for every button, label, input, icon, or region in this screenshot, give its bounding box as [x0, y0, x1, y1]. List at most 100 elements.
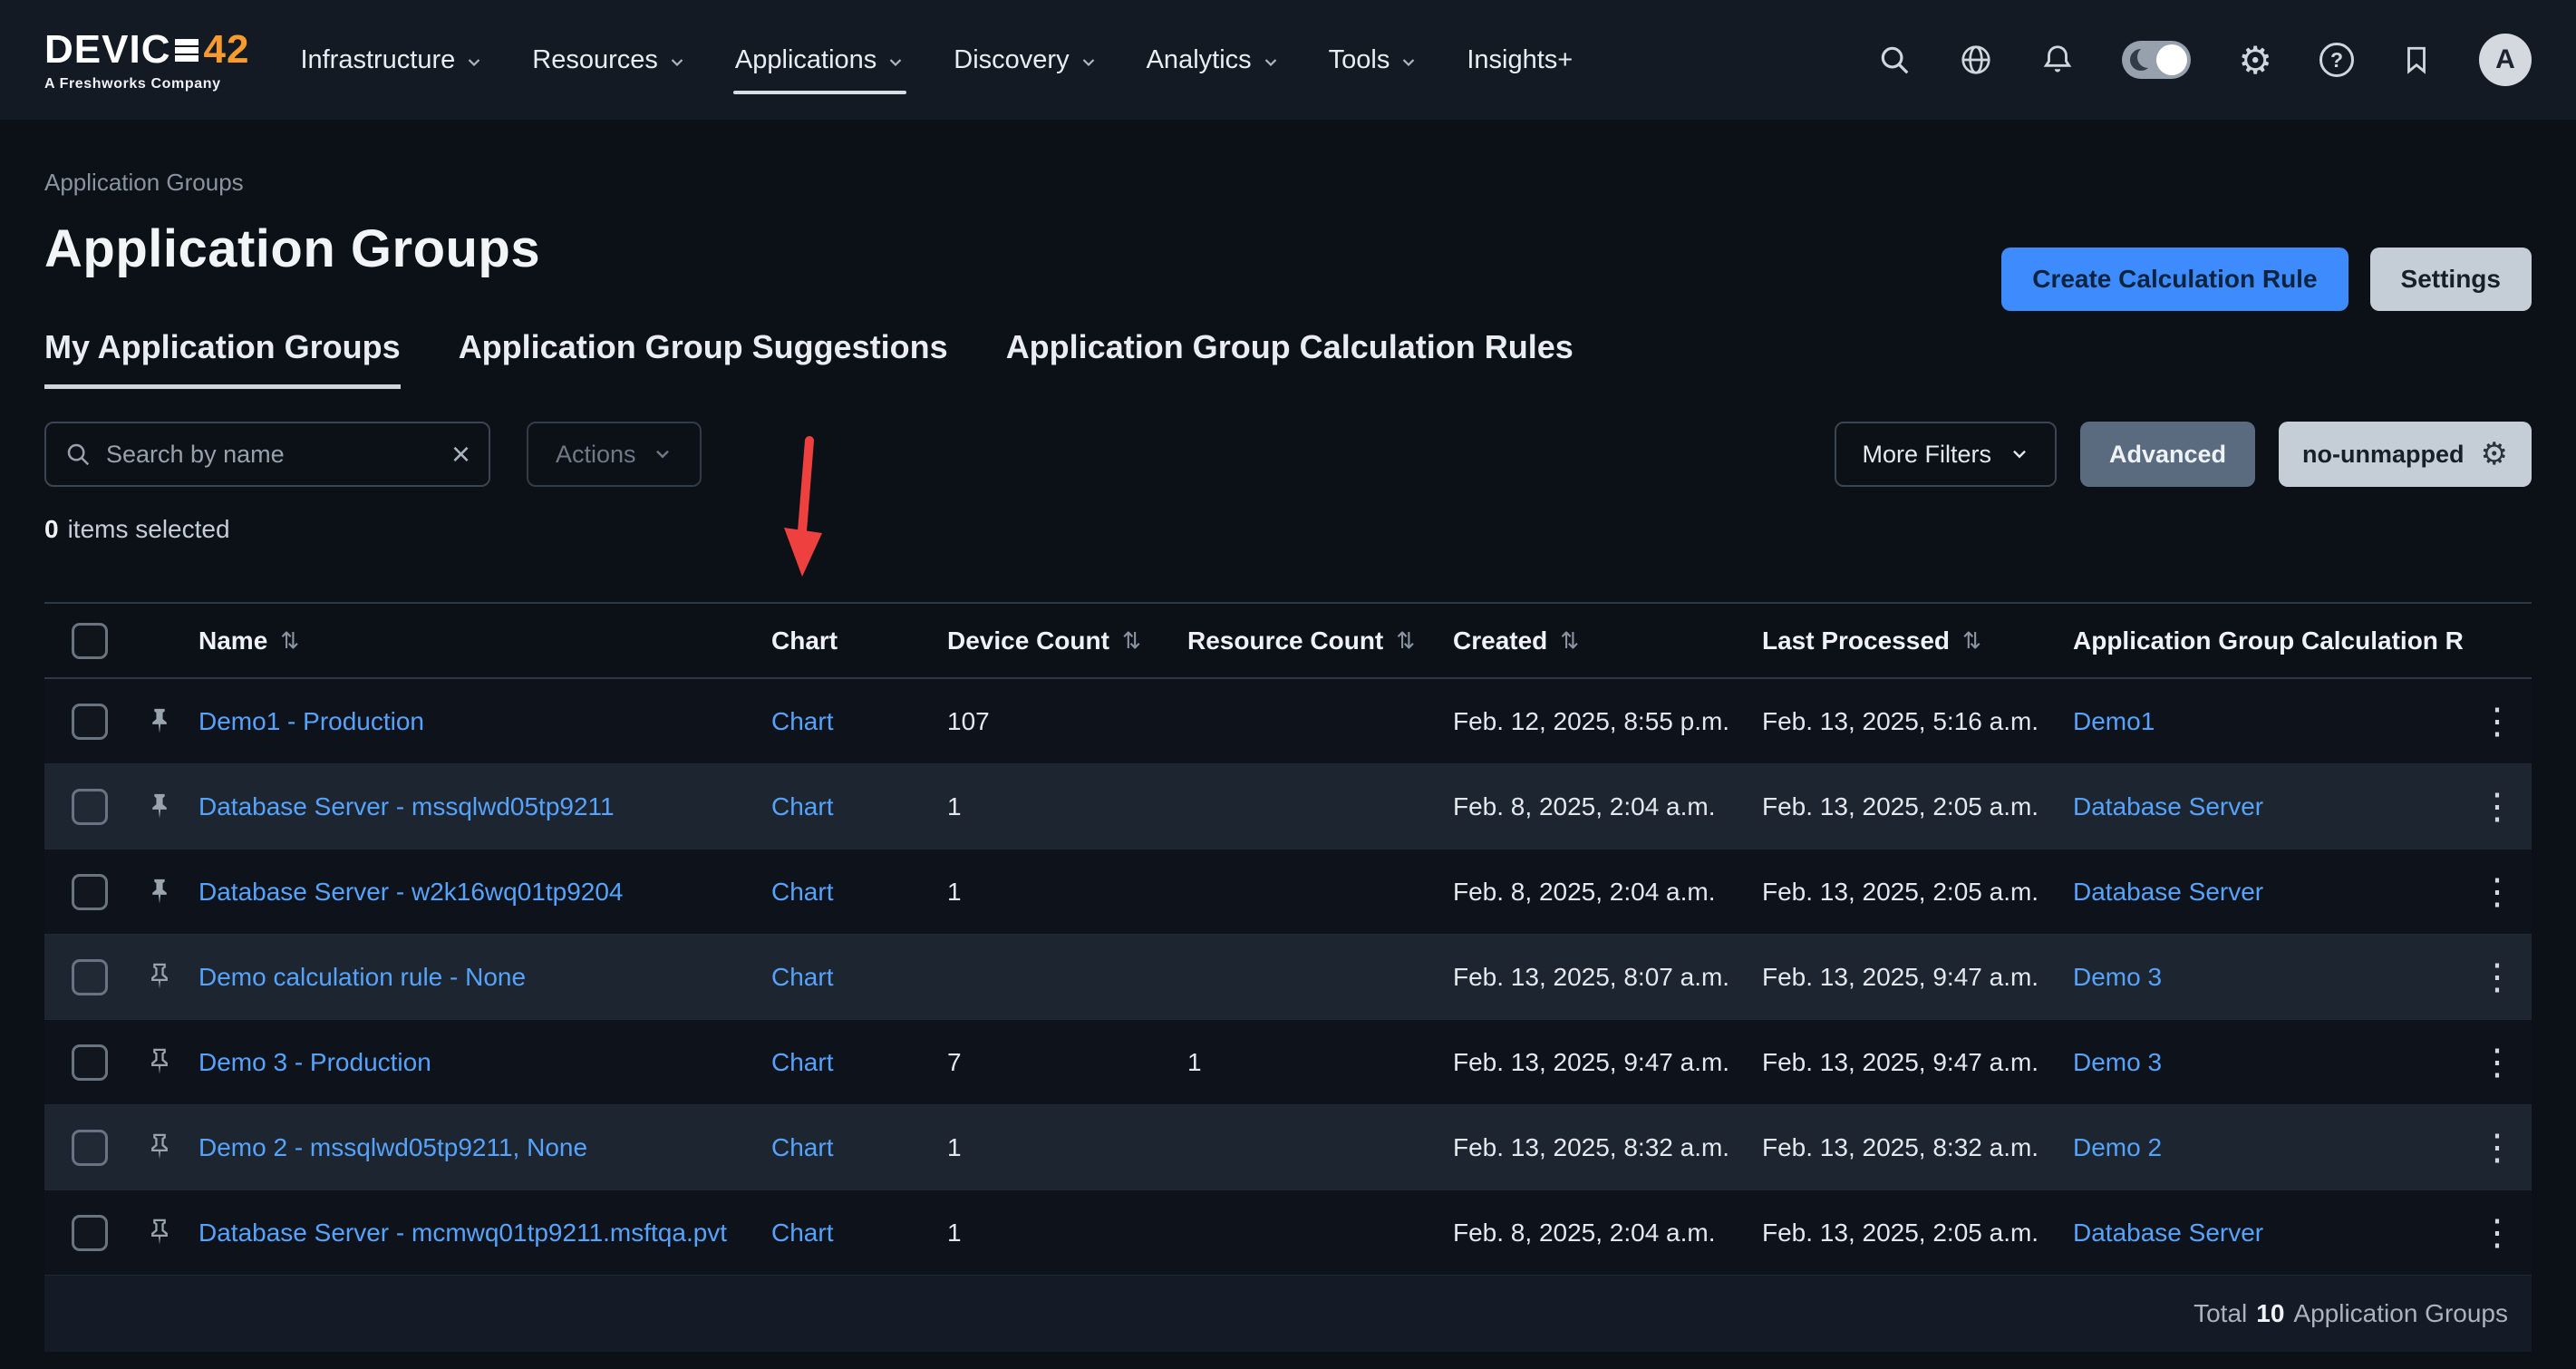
chart-link[interactable]: Chart	[771, 1048, 833, 1076]
group-name-link[interactable]: Demo 3 - Production	[199, 1048, 431, 1076]
column-header-created[interactable]: Created ⇅	[1453, 626, 1762, 655]
tab-application-group-suggestions[interactable]: Application Group Suggestions	[459, 328, 948, 389]
pin-icon[interactable]	[144, 706, 175, 737]
row-checkbox[interactable]	[72, 1130, 108, 1166]
last-processed-value: Feb. 13, 2025, 8:32 a.m.	[1762, 1133, 2073, 1162]
row-checkbox[interactable]	[72, 704, 108, 740]
kebab-menu-icon[interactable]: ⋮	[2479, 874, 2515, 910]
column-label: Last Processed	[1762, 626, 1950, 655]
kebab-menu-icon[interactable]: ⋮	[2479, 1044, 2515, 1081]
globe-icon[interactable]	[1959, 43, 1993, 77]
actions-dropdown[interactable]: Actions	[527, 422, 702, 487]
last-processed-value: Feb. 13, 2025, 5:16 a.m.	[1762, 707, 2073, 736]
column-header-name[interactable]: Name ⇅	[191, 626, 771, 655]
chart-link[interactable]: Chart	[771, 878, 833, 906]
search-box[interactable]: ×	[44, 422, 490, 487]
theme-toggle[interactable]	[2122, 41, 2191, 79]
kebab-menu-icon[interactable]: ⋮	[2479, 704, 2515, 740]
nav-item-discovery[interactable]: Discovery	[954, 0, 1097, 120]
sort-icon[interactable]: ⇅	[1396, 627, 1415, 655]
clear-search-icon[interactable]: ×	[451, 438, 470, 471]
nav-item-tools[interactable]: Tools	[1329, 0, 1419, 120]
unpin-icon[interactable]	[144, 1218, 175, 1248]
table-footer: Total 10 Application Groups	[44, 1276, 2532, 1352]
unpin-icon[interactable]	[144, 1132, 175, 1163]
search-input[interactable]	[106, 441, 437, 469]
kebab-menu-icon[interactable]: ⋮	[2479, 959, 2515, 995]
sort-icon[interactable]: ⇅	[280, 627, 299, 655]
group-name-link[interactable]: Database Server - w2k16wq01tp9204	[199, 878, 624, 906]
unpin-icon[interactable]	[144, 1047, 175, 1078]
tab-application-group-calculation-rules[interactable]: Application Group Calculation Rules	[1006, 328, 1574, 389]
group-name-link[interactable]: Database Server - mcmwq01tp9211.msftqa.p…	[199, 1219, 727, 1247]
user-avatar[interactable]: A	[2479, 34, 2532, 86]
calculation-rule-link[interactable]: Database Server	[2073, 792, 2263, 820]
calculation-rule-link[interactable]: Demo 2	[2073, 1133, 2162, 1161]
nav-item-infrastructure[interactable]: Infrastructure	[300, 0, 483, 120]
navbar-icons: ⚙ ? A	[1877, 34, 2532, 86]
toggle-knob	[2156, 44, 2187, 75]
nav-item-analytics[interactable]: Analytics	[1147, 0, 1280, 120]
search-icon[interactable]	[1877, 43, 1912, 77]
column-label: Resource Count	[1187, 626, 1383, 655]
calculation-rule-link[interactable]: Database Server	[2073, 878, 2263, 906]
more-filters-dropdown[interactable]: More Filters	[1835, 422, 2057, 487]
unpin-icon[interactable]	[144, 962, 175, 993]
settings-button[interactable]: Settings	[2370, 248, 2532, 311]
group-name-link[interactable]: Database Server - mssqlwd05tp9211	[199, 792, 615, 820]
chart-link[interactable]: Chart	[771, 707, 833, 735]
last-processed-value: Feb. 13, 2025, 9:47 a.m.	[1762, 963, 2073, 992]
device-count-value: 7	[947, 1048, 1187, 1077]
kebab-menu-icon[interactable]: ⋮	[2479, 1130, 2515, 1166]
group-name-link[interactable]: Demo1 - Production	[199, 707, 424, 735]
table-row: Demo 3 - Production Chart 7 1 Feb. 13, 2…	[44, 1020, 2532, 1105]
column-header-resource-count[interactable]: Resource Count ⇅	[1187, 626, 1453, 655]
actions-label: Actions	[556, 441, 636, 469]
chevron-down-icon	[1080, 53, 1098, 72]
row-checkbox[interactable]	[72, 1044, 108, 1081]
nav-item-resources[interactable]: Resources	[532, 0, 686, 120]
chart-link[interactable]: Chart	[771, 1133, 833, 1161]
gear-icon[interactable]: ⚙	[2238, 38, 2272, 83]
chevron-down-icon	[668, 53, 686, 72]
select-all-checkbox[interactable]	[72, 623, 108, 659]
calculation-rule-link[interactable]: Demo 3	[2073, 1048, 2162, 1076]
chart-link[interactable]: Chart	[771, 792, 833, 820]
last-processed-value: Feb. 13, 2025, 2:05 a.m.	[1762, 792, 2073, 821]
sort-icon[interactable]: ⇅	[1122, 627, 1141, 655]
row-checkbox[interactable]	[72, 1215, 108, 1251]
group-name-link[interactable]: Demo 2 - mssqlwd05tp9211, None	[199, 1133, 587, 1161]
pin-icon[interactable]	[144, 791, 175, 822]
bell-icon[interactable]	[2040, 43, 2075, 77]
chevron-down-icon	[1262, 53, 1280, 72]
chart-link[interactable]: Chart	[771, 963, 833, 991]
column-header-device-count[interactable]: Device Count ⇅	[947, 626, 1187, 655]
column-header-last-processed[interactable]: Last Processed ⇅	[1762, 626, 2073, 655]
kebab-menu-icon[interactable]: ⋮	[2479, 789, 2515, 825]
calculation-rule-link[interactable]: Demo 3	[2073, 963, 2162, 991]
sort-icon[interactable]: ⇅	[1962, 627, 1981, 655]
calculation-rule-link[interactable]: Database Server	[2073, 1219, 2263, 1247]
row-checkbox[interactable]	[72, 959, 108, 995]
last-processed-value: Feb. 13, 2025, 9:47 a.m.	[1762, 1048, 2073, 1077]
pin-icon[interactable]	[144, 877, 175, 908]
device42-logo[interactable]: DEVIC 42 A Freshworks Company	[44, 27, 249, 92]
tab-my-application-groups[interactable]: My Application Groups	[44, 328, 401, 389]
group-name-link[interactable]: Demo calculation rule - None	[199, 963, 526, 991]
nav-item-applications[interactable]: Applications	[735, 0, 905, 120]
advanced-button[interactable]: Advanced	[2080, 422, 2255, 487]
kebab-menu-icon[interactable]: ⋮	[2479, 1215, 2515, 1251]
application-groups-page: DEVIC 42 A Freshworks Company Infrastruc…	[0, 0, 2576, 1369]
row-checkbox[interactable]	[72, 789, 108, 825]
created-value: Feb. 8, 2025, 2:04 a.m.	[1453, 878, 1762, 907]
sort-icon[interactable]: ⇅	[1560, 627, 1579, 655]
nav-item-insights[interactable]: Insights+	[1467, 0, 1573, 120]
calculation-rule-link[interactable]: Demo1	[2073, 707, 2155, 735]
row-checkbox[interactable]	[72, 874, 108, 910]
saved-filter-chip[interactable]: no-unmapped ⚙	[2279, 422, 2532, 487]
chart-link[interactable]: Chart	[771, 1219, 833, 1247]
help-icon[interactable]: ?	[2319, 43, 2354, 77]
gear-icon[interactable]: ⚙	[2481, 436, 2508, 472]
bookmark-icon[interactable]	[2401, 44, 2432, 75]
create-calculation-rule-button[interactable]: Create Calculation Rule	[2001, 248, 2348, 311]
